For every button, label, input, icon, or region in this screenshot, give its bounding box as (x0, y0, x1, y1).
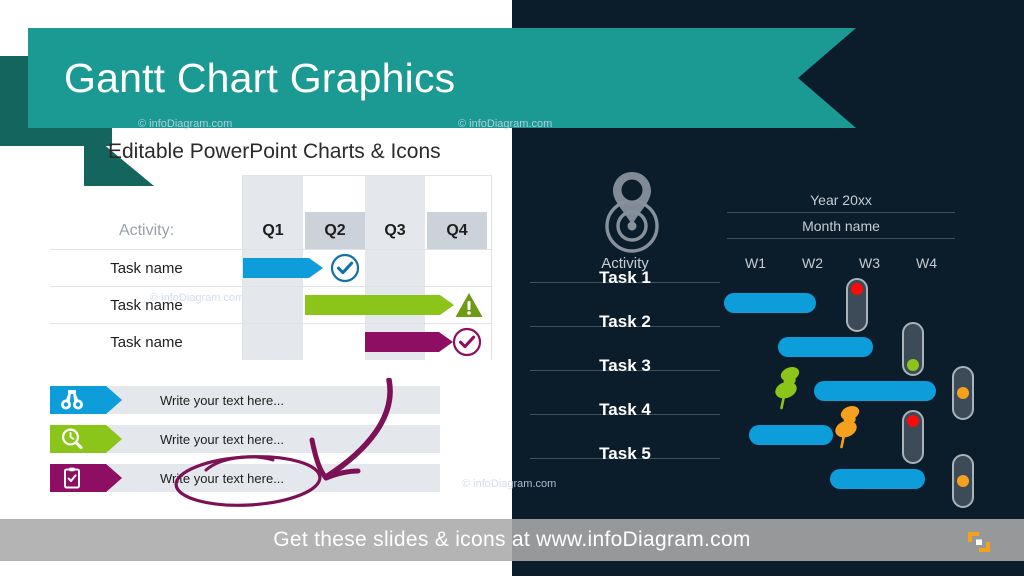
year-label: Year 20xx (810, 192, 872, 208)
traffic-light-task3[interactable] (952, 366, 974, 420)
table-row[interactable]: Task name (50, 249, 492, 287)
column-header-q3[interactable]: Q3 (365, 212, 425, 249)
gantt-bar-task1[interactable] (724, 293, 816, 313)
column-header-q2[interactable]: Q2 (305, 212, 365, 249)
task-label-task1: Task 1 (599, 268, 651, 287)
week-label-w2[interactable]: W2 (784, 255, 841, 271)
slide-canvas: Gantt Chart Graphics Editable PowerPoint… (0, 0, 1024, 576)
list-item[interactable]: Write your text here... (50, 464, 440, 492)
week-label-w3[interactable]: W3 (841, 255, 898, 271)
month-label: Month name (802, 218, 880, 234)
page-subtitle: Editable PowerPoint Charts & Icons (108, 140, 441, 163)
icon-text-list: Write your text here... Write your text … (50, 386, 440, 503)
column-header-q1[interactable]: Q1 (243, 212, 303, 249)
header-rule (727, 238, 955, 239)
location-target-icon (596, 168, 668, 259)
weekly-gantt-panel: Year 20xx Month name Activity W1 W2 W3 W… (512, 0, 1024, 520)
list-item-label: Write your text here... (160, 431, 285, 447)
traffic-light-task2[interactable] (902, 322, 924, 376)
header-rule (727, 212, 955, 213)
week-labels-row: W1 W2 W3 W4 (727, 255, 955, 271)
task-label-task4: Task 4 (599, 400, 651, 419)
check-circle-icon (452, 327, 482, 357)
task-label-task3: Task 3 (599, 356, 651, 375)
activity-column-header: Activity: (118, 221, 175, 239)
green-pushpin-icon[interactable] (772, 366, 802, 410)
task-label-task5: Task 5 (599, 444, 651, 463)
list-item[interactable]: Write your text here... (50, 425, 440, 453)
check-circle-icon (330, 253, 360, 283)
list-item-label: Write your text here... (160, 470, 285, 486)
list-item[interactable]: Write your text here... (50, 386, 440, 414)
task-label: Task name (110, 334, 183, 351)
task-label: Task name (110, 260, 183, 277)
quarterly-gantt-table: Q1 Q2 Q3 Q4 Activity: Task name Task nam… (50, 175, 492, 360)
gantt-bar-task5[interactable] (830, 469, 925, 489)
table-row[interactable]: Task name (50, 286, 492, 324)
table-top-rule (243, 175, 492, 176)
traffic-light-task5[interactable] (952, 454, 974, 508)
footer-text[interactable]: Get these slides & icons at www.infoDiag… (0, 519, 1024, 561)
warning-triangle-icon (454, 290, 484, 320)
orange-pushpin-icon[interactable] (832, 405, 862, 449)
week-label-w1[interactable]: W1 (727, 255, 784, 271)
timeline-header-group: Year 20xx Month name (727, 192, 955, 239)
column-header-q4[interactable]: Q4 (427, 212, 487, 249)
task-label-task2: Task 2 (599, 312, 651, 331)
gantt-bar-task2[interactable] (778, 337, 873, 357)
task-label: Task name (110, 297, 183, 314)
list-item-label: Write your text here... (160, 392, 285, 408)
gantt-bar-task3[interactable] (814, 381, 936, 401)
week-label-w4[interactable]: W4 (898, 255, 955, 271)
gantt-bar-task4[interactable] (749, 425, 833, 445)
traffic-light-task1[interactable] (846, 278, 868, 332)
page-title: Gantt Chart Graphics (64, 54, 456, 101)
infodiagram-logo-icon[interactable] (966, 530, 992, 554)
table-row[interactable]: Task name (50, 323, 492, 361)
traffic-light-task4[interactable] (902, 410, 924, 464)
